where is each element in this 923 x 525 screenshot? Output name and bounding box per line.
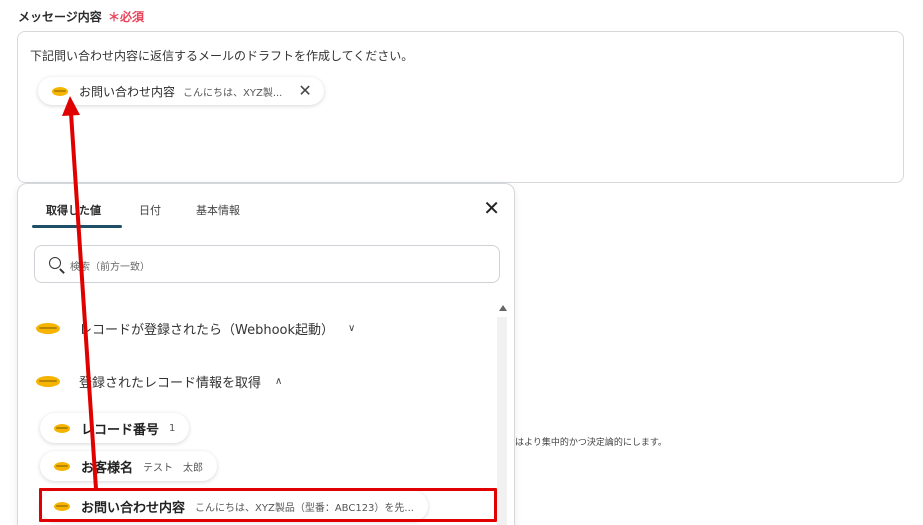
chevron-up-icon: ∧ <box>275 376 283 387</box>
section-webhook-trigger[interactable]: レコードが登録されたら（Webhook起動） ∨ <box>36 319 355 338</box>
variable-customer-name[interactable]: お客様名 テスト 太郎 <box>40 451 218 481</box>
kintone-icon <box>36 376 60 387</box>
chip-value: テスト 太郎 <box>143 462 204 474</box>
section-title: レコードが登録されたら（Webhook起動） <box>79 323 335 338</box>
chip-value: こんにちは、XYZ製... <box>183 87 283 99</box>
kintone-icon <box>54 423 70 433</box>
background-description-text: はより集中的かつ決定論的にします。 <box>515 438 667 448</box>
chevron-down-icon: ∨ <box>348 323 356 334</box>
kintone-icon <box>54 461 70 471</box>
required-mark: ＊必須 <box>107 10 144 24</box>
variable-record-number[interactable]: レコード番号 1 <box>40 413 190 443</box>
message-textarea[interactable]: 下記問い合わせ内容に返信するメールのドラフトを作成してください。 お問い合わせ内… <box>17 31 904 183</box>
tab-date[interactable]: 日付 <box>139 202 161 218</box>
tab-bar: 取得した値 日付 基本情報 <box>18 184 514 230</box>
tab-acquired-values[interactable]: 取得した値 <box>46 202 101 218</box>
prompt-text: 下記問い合わせ内容に返信するメールのドラフトを作成してください。 <box>30 49 414 63</box>
field-label: メッセージ内容 ＊必須 <box>18 8 144 25</box>
inserted-variable-chip[interactable]: お問い合わせ内容 こんにちは、XYZ製... ✕ <box>38 77 324 105</box>
active-tab-indicator <box>32 225 122 228</box>
chip-remove-icon[interactable]: ✕ <box>298 83 311 99</box>
section-title: 登録されたレコード情報を取得 <box>79 376 262 391</box>
section-get-record[interactable]: 登録されたレコード情報を取得 ∧ <box>36 372 282 391</box>
highlight-box <box>39 488 497 522</box>
search-input[interactable]: 検索（前方一致） <box>34 245 500 283</box>
scrollbar[interactable] <box>497 317 507 525</box>
search-placeholder: 検索（前方一致） <box>70 262 150 273</box>
tab-basic-info[interactable]: 基本情報 <box>196 202 240 218</box>
search-icon <box>49 257 61 269</box>
chip-name: レコード番号 <box>81 422 160 438</box>
close-icon[interactable]: ✕ <box>483 198 500 218</box>
scroll-up-arrow[interactable] <box>499 305 507 311</box>
field-label-text: メッセージ内容 <box>18 10 102 24</box>
chip-name: お客様名 <box>81 460 134 476</box>
kintone-icon <box>52 86 68 96</box>
chip-value: 1 <box>169 422 176 434</box>
chip-name: お問い合わせ内容 <box>79 84 176 99</box>
variable-picker-panel: 取得した値 日付 基本情報 ✕ 検索（前方一致） レコードが登録されたら（Web… <box>17 183 515 525</box>
kintone-icon <box>36 323 60 334</box>
